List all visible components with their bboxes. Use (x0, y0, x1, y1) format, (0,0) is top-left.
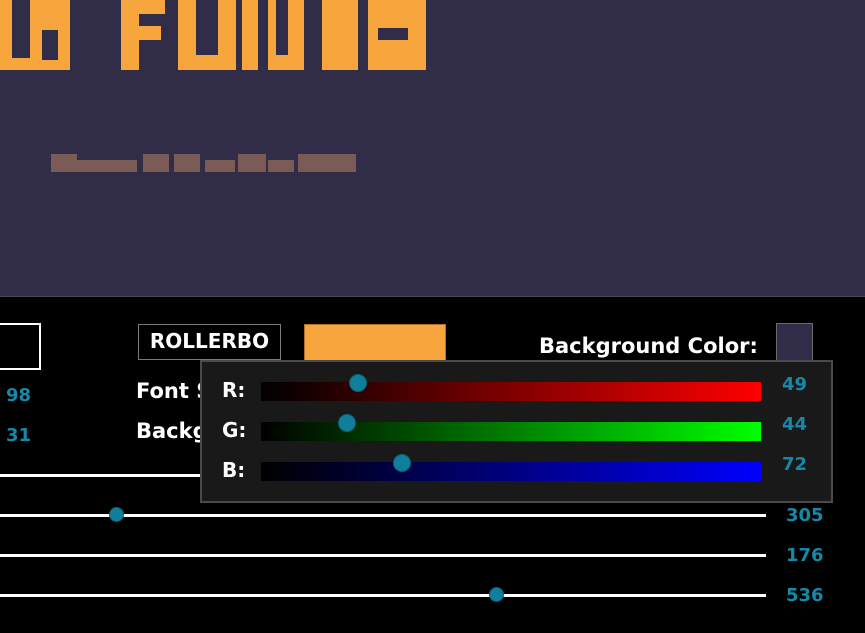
blue-channel-value: 72 (782, 454, 808, 475)
red-channel-slider[interactable] (261, 382, 761, 401)
green-channel-slider[interactable] (261, 422, 761, 441)
slider-track-3[interactable] (0, 594, 766, 597)
green-channel-value: 44 (782, 414, 808, 435)
blue-channel-label: B: (222, 458, 246, 482)
slider-value-1: 305 (786, 505, 824, 526)
left-value-2: 31 (6, 425, 32, 446)
red-channel-label: R: (222, 378, 246, 402)
green-channel-label: G: (222, 418, 247, 442)
preview-divider (0, 296, 865, 297)
slider-track-2[interactable] (0, 554, 766, 557)
left-value-1: 98 (6, 385, 32, 406)
red-channel-value: 49 (782, 374, 808, 395)
slider-thumb-1[interactable] (109, 507, 124, 522)
text-input-box[interactable] (0, 323, 41, 370)
red-channel-thumb[interactable] (349, 374, 367, 392)
font-preview-area (0, 0, 865, 296)
font-color-swatch[interactable] (304, 324, 446, 362)
font-name-field[interactable]: ROLLERBO (138, 324, 281, 360)
blue-channel-slider[interactable] (261, 462, 761, 481)
color-picker-popup: R: 49 G: 44 B: 72 (200, 360, 833, 503)
slider-value-2: 176 (786, 545, 824, 566)
hidden-slider-track[interactable] (0, 474, 200, 477)
green-channel-thumb[interactable] (338, 414, 356, 432)
slider-value-3: 536 (786, 585, 824, 606)
background-label: Backg (136, 419, 208, 443)
slider-thumb-3[interactable] (489, 587, 504, 602)
background-color-swatch[interactable] (776, 323, 813, 363)
background-color-label: Background Color: (539, 334, 758, 358)
blue-channel-thumb[interactable] (393, 454, 411, 472)
